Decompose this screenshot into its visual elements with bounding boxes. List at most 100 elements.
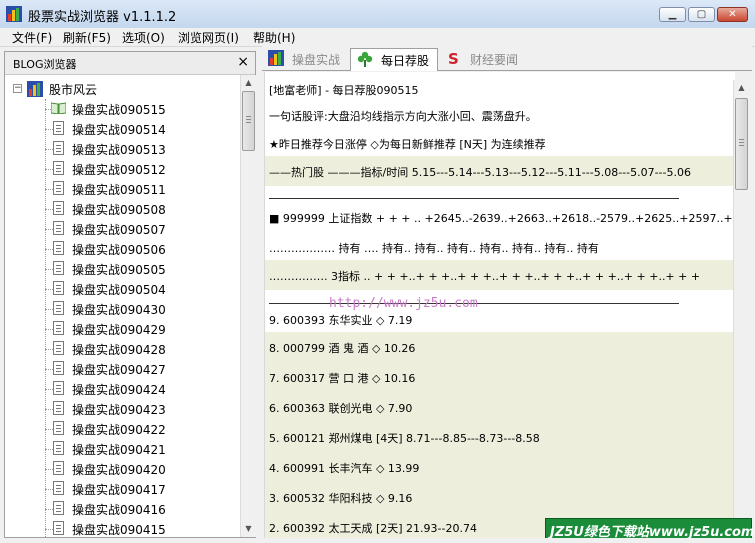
- tree-guide-line: [45, 489, 53, 490]
- tree-item[interactable]: 操盘实战090504: [45, 279, 235, 299]
- article-line: 7. 600317 营 口 港 ◇ 10.16: [265, 362, 735, 392]
- menu-browse-web[interactable]: 浏览网页(I): [178, 29, 239, 46]
- article-line: 8. 000799 酒 鬼 酒 ◇ 10.26: [265, 332, 735, 362]
- document-icon: [53, 421, 64, 435]
- document-icon: [53, 301, 64, 315]
- menu-options[interactable]: 选项(O): [122, 29, 165, 46]
- tree-guide-line: [45, 209, 53, 210]
- tree-guide-line: [45, 409, 53, 410]
- download-site-watermark: JZ5U绿色下载站www.jz5u.com: [545, 518, 754, 540]
- tab-daily-picks[interactable]: 每日荐股: [350, 48, 438, 71]
- menu-help[interactable]: 帮助(H): [253, 29, 295, 46]
- tree-item-label: 操盘实战090415: [72, 523, 166, 537]
- open-book-icon: [51, 102, 66, 114]
- tree-item[interactable]: 操盘实战090515: [45, 99, 235, 119]
- tree-item[interactable]: 操盘实战090506: [45, 239, 235, 259]
- tab-finance-news[interactable]: S 财经要闻: [440, 48, 530, 69]
- window-title: 股票实战浏览器 v1.1.1.2: [28, 10, 177, 25]
- tree-item[interactable]: 操盘实战090422: [45, 419, 235, 439]
- panel-title: BLOG浏览器: [13, 58, 77, 71]
- document-icon: [53, 261, 64, 275]
- close-window-button[interactable]: ✕: [717, 7, 748, 22]
- tree-guide-line: [45, 269, 53, 270]
- tree-item-label: 操盘实战090513: [72, 143, 166, 157]
- document-icon: [53, 441, 64, 455]
- tree-item[interactable]: 操盘实战090429: [45, 319, 235, 339]
- document-icon: [53, 321, 64, 335]
- tree-item-label: 操盘实战090422: [72, 423, 166, 437]
- tree-root[interactable]: − 股市风云: [13, 79, 233, 99]
- tree-item-label: 操盘实战090505: [72, 263, 166, 277]
- document-icon: [53, 281, 64, 295]
- tree-guide-line: [45, 469, 53, 470]
- tree-root-label: 股市风云: [49, 83, 98, 97]
- minimize-button[interactable]: ▁: [659, 7, 686, 22]
- tree-guide-line: [45, 329, 53, 330]
- article-line: ……………. 3指标 .. + + +..+ + +..+ + +..+ + +…: [265, 260, 735, 290]
- panel-close-button[interactable]: ×: [237, 54, 249, 70]
- article-line: ……………… 持有 …. 持有.. 持有.. 持有.. 持有.. 持有.. 持有…: [269, 242, 599, 255]
- tree-item[interactable]: 操盘实战090430: [45, 299, 235, 319]
- tree-guide-line: [45, 529, 53, 530]
- tree-item[interactable]: 操盘实战090508: [45, 199, 235, 219]
- tree-item[interactable]: 操盘实战090428: [45, 339, 235, 359]
- menu-file[interactable]: 文件(F): [12, 29, 52, 46]
- tree-item[interactable]: 操盘实战090415: [45, 519, 235, 537]
- tree-item[interactable]: 操盘实战090424: [45, 379, 235, 399]
- document-icon: [53, 381, 64, 395]
- tree-item[interactable]: 操盘实战090512: [45, 159, 235, 179]
- panel-header: BLOG浏览器 ×: [5, 52, 255, 75]
- tree-guide-line: [45, 149, 53, 150]
- tree-item-label: 操盘实战090417: [72, 483, 166, 497]
- tab-label: 每日荐股: [381, 54, 430, 68]
- tree-guide-line: [45, 289, 53, 290]
- document-icon: [53, 181, 64, 195]
- tree-item[interactable]: 操盘实战090421: [45, 439, 235, 459]
- stock-chart-icon: [27, 81, 43, 97]
- tree-item[interactable]: 操盘实战090513: [45, 139, 235, 159]
- menu-bar: 文件(F) 刷新(F5) 选项(O) 浏览网页(I) 帮助(H): [0, 28, 755, 47]
- tree-item[interactable]: 操盘实战090427: [45, 359, 235, 379]
- tree-item[interactable]: 操盘实战090511: [45, 179, 235, 199]
- tree-item[interactable]: 操盘实战090505: [45, 259, 235, 279]
- scroll-thumb[interactable]: [735, 98, 748, 190]
- tree-item[interactable]: 操盘实战090420: [45, 459, 235, 479]
- tree-item-label: 操盘实战090428: [72, 343, 166, 357]
- document-icon: [53, 221, 64, 235]
- document-icon: [53, 141, 64, 155]
- tree-item-label: 操盘实战090421: [72, 443, 166, 457]
- menu-refresh[interactable]: 刷新(F5): [63, 29, 111, 46]
- tree-item-label: 操盘实战090506: [72, 243, 166, 257]
- tree-guide-line: [45, 169, 53, 170]
- document-icon: [53, 481, 64, 495]
- tab-bar: 操盘实战 每日荐股 S 财经要闻: [262, 46, 752, 71]
- tree-scrollbar[interactable]: ▲ ▼: [240, 75, 256, 537]
- document-icon: [53, 121, 64, 135]
- article-line: 4. 600991 长丰汽车 ◇ 13.99: [265, 452, 735, 482]
- document-icon: [53, 201, 64, 215]
- content-scrollbar[interactable]: ▲: [733, 80, 750, 538]
- tree-item[interactable]: 操盘实战090507: [45, 219, 235, 239]
- tree-item-label: 操盘实战090423: [72, 403, 166, 417]
- tree-item[interactable]: 操盘实战090514: [45, 119, 235, 139]
- tree-item-label: 操盘实战090514: [72, 123, 166, 137]
- document-icon: [53, 521, 64, 535]
- article-line: 6. 600363 联创光电 ◇ 7.90: [265, 392, 735, 422]
- document-icon: [53, 241, 64, 255]
- tree-item[interactable]: 操盘实战090417: [45, 479, 235, 499]
- tree-item[interactable]: 操盘实战090423: [45, 399, 235, 419]
- svg-text:S: S: [448, 50, 459, 66]
- tree-item[interactable]: 操盘实战090416: [45, 499, 235, 519]
- stock-chart-icon: [268, 50, 284, 66]
- scroll-up-arrow-icon[interactable]: ▲: [734, 80, 749, 96]
- clover-icon: [357, 51, 373, 67]
- tree-guide-line: [45, 349, 53, 350]
- collapse-icon[interactable]: −: [13, 84, 22, 93]
- maximize-button[interactable]: ▢: [688, 7, 715, 22]
- tree-item-label: 操盘实战090429: [72, 323, 166, 337]
- scroll-up-arrow-icon[interactable]: ▲: [241, 75, 256, 91]
- tab-trading[interactable]: 操盘实战: [262, 48, 348, 69]
- tree-item-label: 操盘实战090416: [72, 503, 166, 517]
- scroll-thumb[interactable]: [242, 91, 255, 151]
- scroll-down-arrow-icon[interactable]: ▼: [241, 521, 256, 537]
